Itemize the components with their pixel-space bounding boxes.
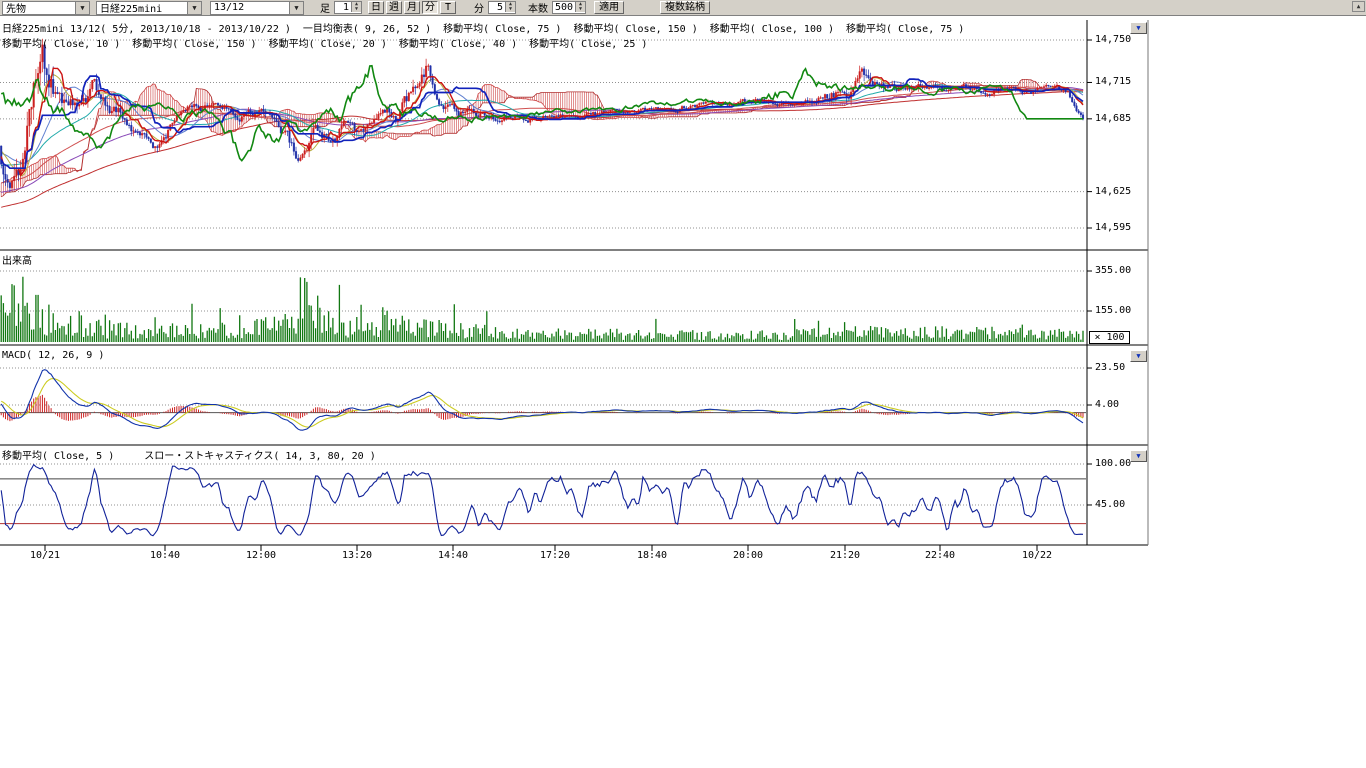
volume-panel-graphics xyxy=(0,271,1086,342)
legend-item: 日経225mini 13/12( 5分, 2013/10/18 - 2013/1… xyxy=(2,24,291,35)
bar-count-spinner[interactable]: 500 ▲▼ xyxy=(552,1,586,14)
period-button-group: 日週月分T xyxy=(368,1,458,14)
spinner-arrows-icon[interactable]: ▲▼ xyxy=(351,2,361,13)
legend-item: 移動平均( Close, 25 ) xyxy=(529,39,647,50)
legend-item: 移動平均( Close, 75 ) xyxy=(846,24,964,35)
legend-item: 移動平均( Close, 100 ) xyxy=(710,24,834,35)
spinner-arrows-icon[interactable]: ▲▼ xyxy=(575,2,585,13)
minute-value: 5 xyxy=(489,2,505,13)
legend-item: 移動平均( Close, 20 ) xyxy=(269,39,387,50)
bar-count-label: 本数 xyxy=(528,0,548,15)
legend-item: 一目均衡表( 9, 26, 52 ) xyxy=(303,24,431,35)
price-panel-graphics xyxy=(0,39,1086,228)
minute-label: 分 xyxy=(474,0,484,15)
chart-canvas[interactable] xyxy=(0,0,1366,570)
scrollbar-up-icon[interactable]: ▲ xyxy=(1352,1,1365,12)
period-button[interactable]: 分 xyxy=(422,1,438,14)
macd-signal-line xyxy=(1,379,1083,427)
period-button[interactable]: 日 xyxy=(368,1,384,14)
bar-count-value: 500 xyxy=(553,2,575,13)
contract-month-select[interactable]: 13/12 ▼ xyxy=(210,1,304,15)
contract-month-value: 13/12 xyxy=(211,2,289,13)
chart-legend-line1: 日経225mini 13/12( 5分, 2013/10/18 - 2013/1… xyxy=(2,20,976,35)
volume-panel-title: 出来高 xyxy=(2,252,32,267)
legend-item: 移動平均( Close, 10 ) xyxy=(2,39,120,50)
macd-panel-graphics xyxy=(0,368,1086,430)
stoch-indicator-title: スロー・ストキャスティクス( 14, 3, 80, 20 ) xyxy=(144,451,375,462)
symbol-value: 日経225mini xyxy=(97,0,187,15)
apply-button[interactable]: 適用 xyxy=(594,1,624,14)
minute-spinner[interactable]: 5 ▲▼ xyxy=(488,1,516,14)
stoch-panel-title: 移動平均( Close, 5 ) スロー・ストキャスティクス( 14, 3, 8… xyxy=(2,447,376,462)
bar-interval-spinner[interactable]: 1 ▲▼ xyxy=(334,1,362,14)
chevron-down-icon[interactable]: ▼ xyxy=(187,2,201,14)
multi-symbol-button[interactable]: 複数銘柄 xyxy=(660,1,710,14)
legend-item: 移動平均( Close, 150 ) xyxy=(573,24,697,35)
symbol-select[interactable]: 日経225mini ▼ xyxy=(96,1,202,15)
stoch-panel-graphics xyxy=(0,464,1086,536)
instrument-category-select[interactable]: 先物 ▼ xyxy=(2,1,90,15)
instrument-category-value: 先物 xyxy=(3,0,75,15)
chart-legend-line2: 移動平均( Close, 10 ) 移動平均( Close, 150 ) 移動平均(… xyxy=(2,35,659,50)
stoch-ma-title: 移動平均( Close, 5 ) xyxy=(2,451,114,462)
chevron-down-icon[interactable]: ▼ xyxy=(75,2,89,14)
spinner-arrows-icon[interactable]: ▲▼ xyxy=(505,2,515,13)
stoch-k-line xyxy=(1,465,1083,536)
stoch-panel-dropdown-button[interactable]: ▼ xyxy=(1130,450,1147,462)
period-button[interactable]: 月 xyxy=(404,1,420,14)
legend-item: 移動平均( Close, 75 ) xyxy=(443,24,561,35)
macd-panel-title: MACD( 12, 26, 9 ) xyxy=(2,350,104,361)
bar-interval-value: 1 xyxy=(335,2,351,13)
period-button[interactable]: T xyxy=(440,1,456,14)
macd-histogram xyxy=(1,395,1083,421)
legend-item: 移動平均( Close, 150 ) xyxy=(132,39,256,50)
volume-bars xyxy=(1,277,1083,342)
volume-multiplier-badge: × 100 xyxy=(1089,331,1130,344)
price-panel-dropdown-button[interactable]: ▼ xyxy=(1130,22,1147,34)
chevron-down-icon[interactable]: ▼ xyxy=(289,2,303,14)
main-toolbar: 先物 ▼ 日経225mini ▼ 13/12 ▼ 足 1 ▲▼ 日週月分T 分 … xyxy=(0,0,1366,16)
macd-line xyxy=(1,370,1083,431)
bar-type-label: 足 xyxy=(320,0,330,15)
period-button[interactable]: 週 xyxy=(386,1,402,14)
macd-panel-dropdown-button[interactable]: ▼ xyxy=(1130,350,1147,362)
legend-item: 移動平均( Close, 40 ) xyxy=(399,39,517,50)
